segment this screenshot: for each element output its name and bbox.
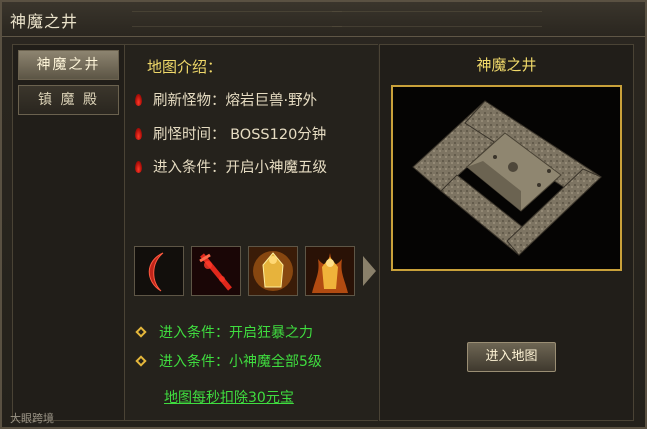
condition-text: 进入条件：开启狂暴之力 — [159, 325, 313, 341]
enter-map-button[interactable]: 进入地图 — [467, 342, 556, 372]
game-window: 神魔之井 神魔之井 镇 魔 殿 地图介绍： 刷新怪物：熔岩巨兽·野外 刷怪时间：… — [0, 0, 647, 429]
info-monster: 刷新怪物：熔岩巨兽·野外 — [135, 89, 317, 110]
tab-zhenmo-hall[interactable]: 镇 魔 殿 — [18, 85, 119, 115]
curved-blade-icon[interactable] — [134, 246, 184, 296]
blood-drop-icon — [135, 94, 142, 106]
ornament-band — [332, 11, 542, 27]
condition-row: 进入条件：开启狂暴之力 — [135, 322, 313, 342]
minimap-layout-icon — [412, 100, 602, 256]
blood-drop-icon — [135, 128, 142, 140]
reward-items — [134, 246, 376, 298]
info-entry-text: 进入条件：开启小神魔五级 — [153, 160, 327, 176]
intro-heading: 地图介绍： — [147, 58, 223, 76]
blood-drop-icon — [135, 161, 142, 173]
golden-armor-icon[interactable] — [248, 246, 298, 296]
watermark-text: 大眼跨境 — [10, 412, 54, 425]
info-spawn-time: 刷怪时间： BOSS120分钟 — [135, 123, 326, 144]
cost-link[interactable]: 地图每秒扣除30元宝 — [164, 387, 294, 407]
ornament-band — [132, 11, 342, 27]
condition-row: 进入条件：小神魔全部5级 — [135, 351, 322, 371]
info-monster-text: 刷新怪物：熔岩巨兽·野外 — [153, 93, 318, 109]
tab-shenmo-well[interactable]: 神魔之井 — [18, 50, 119, 80]
title-bar: 神魔之井 — [2, 2, 645, 37]
info-entry-condition: 进入条件：开启小神魔五级 — [135, 156, 327, 177]
diamond-icon — [135, 326, 147, 338]
minimap — [391, 85, 622, 271]
red-sword-icon[interactable] — [191, 246, 241, 296]
diamond-icon — [135, 355, 147, 367]
map-title: 神魔之井 — [476, 56, 537, 74]
condition-text: 进入条件：小神魔全部5级 — [159, 354, 322, 370]
info-spawn-text: 刷怪时间： BOSS120分钟 — [153, 127, 327, 143]
flame-warrior-icon[interactable] — [305, 246, 355, 296]
map-preview-panel: 神魔之井 进入地图 — [379, 44, 634, 421]
map-info-panel: 地图介绍： 刷新怪物：熔岩巨兽·野外 刷怪时间： BOSS120分钟 进入条件：… — [125, 44, 378, 421]
window-title: 神魔之井 — [10, 12, 79, 31]
map-list-panel: 神魔之井 镇 魔 殿 — [12, 44, 125, 421]
next-arrow-button[interactable] — [363, 256, 376, 286]
